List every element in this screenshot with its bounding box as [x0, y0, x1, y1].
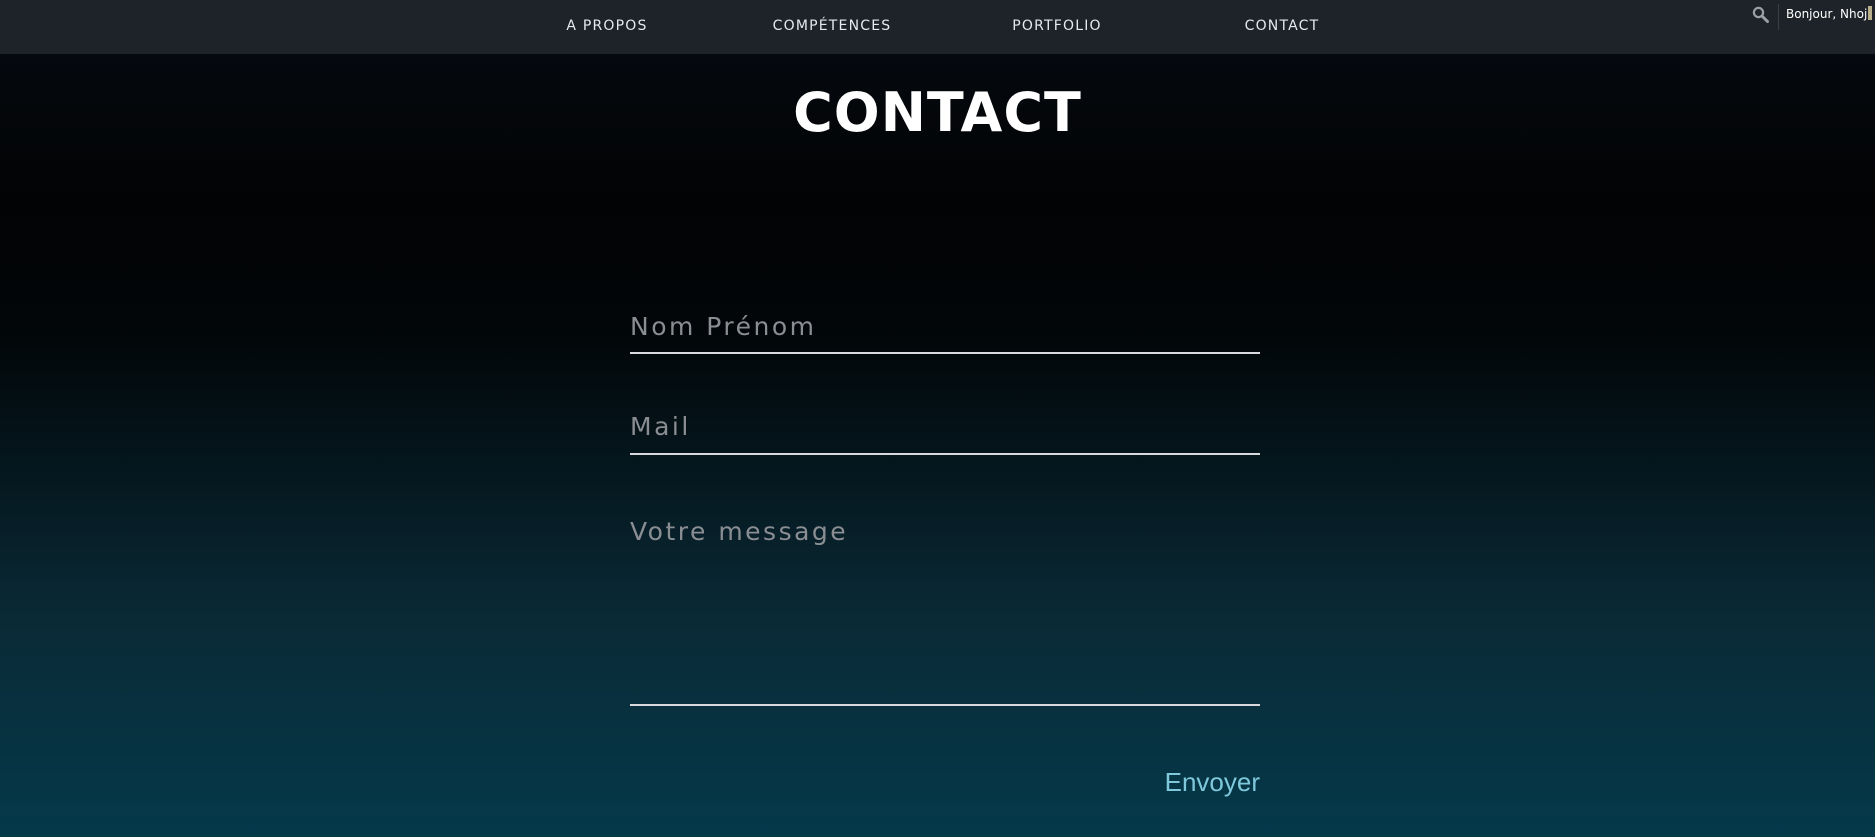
avatar[interactable]: [1868, 6, 1872, 20]
send-button[interactable]: Envoyer: [1140, 762, 1260, 802]
user-greeting[interactable]: Bonjour, Nhoj: [1786, 5, 1867, 23]
search-icon-glyph: [1752, 6, 1769, 23]
search-icon[interactable]: [1751, 5, 1771, 25]
nav-item-competences[interactable]: COMPÉTENCES: [773, 0, 892, 54]
page-title: CONTACT: [793, 81, 1082, 144]
email-field[interactable]: [630, 400, 1260, 455]
nav-item-a-propos[interactable]: A PROPOS: [566, 0, 647, 54]
top-navbar: A PROPOS COMPÉTENCES PORTFOLIO CONTACT B…: [0, 0, 1875, 54]
name-field[interactable]: [630, 300, 1260, 354]
message-field[interactable]: [630, 512, 1260, 706]
nav-item-portfolio[interactable]: PORTFOLIO: [1012, 0, 1102, 54]
nav-item-contact[interactable]: CONTACT: [1245, 0, 1320, 54]
header-divider: [1778, 4, 1779, 30]
